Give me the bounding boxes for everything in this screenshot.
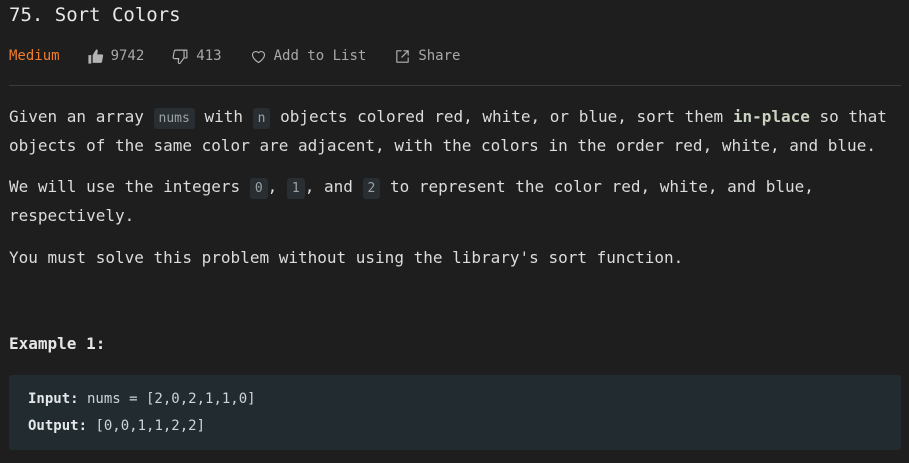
inline-code: 2: [362, 178, 381, 199]
share-label: Share: [418, 48, 461, 64]
divider: [9, 85, 901, 86]
share-icon: [396, 49, 410, 63]
share-button[interactable]: Share: [394, 48, 460, 65]
description-paragraph-1: Given an array nums with n objects color…: [9, 103, 901, 159]
add-to-list-button[interactable]: Add to List: [250, 48, 367, 65]
text: ,: [267, 177, 287, 196]
problem-meta-bar: Medium 9742 413 Add to List Share: [9, 45, 488, 67]
text: , and: [304, 177, 363, 196]
description-paragraph-2: We will use the integers 0, 1, and 2 to …: [9, 173, 901, 229]
add-to-list-label: Add to List: [273, 48, 367, 64]
dislikes-count: 413: [196, 48, 222, 64]
output-label: Output:: [28, 418, 88, 434]
inline-code: n: [252, 108, 271, 129]
like-button[interactable]: 9742: [87, 48, 145, 65]
input-value: nums = [2,0,2,1,1,0]: [78, 391, 256, 407]
text: with: [194, 107, 253, 126]
problem-title: 75. Sort Colors: [9, 4, 181, 26]
thumbs-down-icon: [172, 49, 188, 64]
example-input-line: Input: nums = [2,0,2,1,1,0]: [28, 391, 256, 407]
likes-count: 9742: [110, 48, 145, 64]
thumbs-up-icon: [87, 48, 103, 64]
input-label: Input:: [28, 391, 79, 407]
example-output-line: Output: [0,0,1,1,2,2]: [28, 418, 205, 434]
example-code-block: Input: nums = [2,0,2,1,1,0] Output: [0,0…: [9, 375, 901, 450]
description-paragraph-3: You must solve this problem without usin…: [9, 248, 684, 267]
inline-code: nums: [153, 108, 195, 129]
inline-code: 0: [249, 178, 268, 199]
text: We will use the integers: [9, 177, 250, 196]
difficulty-badge: Medium: [9, 48, 60, 64]
heart-icon: [251, 50, 265, 63]
output-value: [0,0,1,1,2,2]: [87, 418, 206, 434]
emphasis-text: in-place: [732, 107, 810, 126]
inline-code: 1: [286, 178, 305, 199]
text: objects colored red, white, or blue, sor…: [270, 107, 733, 126]
text: Given an array: [9, 107, 154, 126]
example-title: Example 1:: [9, 334, 106, 353]
dislike-button[interactable]: 413: [172, 48, 222, 65]
